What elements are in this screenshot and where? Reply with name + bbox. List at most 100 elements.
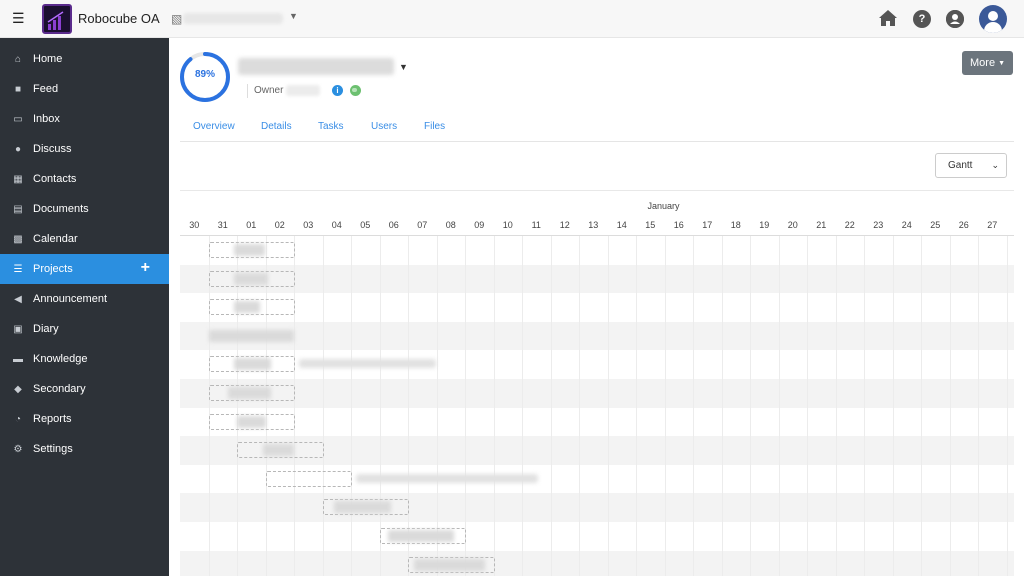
sidebar-item-reports[interactable]: ◔ Reports (0, 404, 169, 434)
globe-icon[interactable] (350, 85, 361, 96)
hamburger-icon[interactable]: ☰ (12, 11, 26, 25)
gantt-task-label (413, 558, 485, 571)
gantt-gridline (921, 236, 922, 576)
gantt-row (180, 550, 1014, 576)
gantt-day-label: 31 (217, 220, 228, 230)
gantt-gridline (379, 236, 381, 576)
gantt-day-label: 11 (531, 220, 541, 230)
sidebar-item-diary[interactable]: ▣ Diary (0, 314, 169, 344)
help-icon[interactable]: ? (913, 10, 931, 28)
sidebar: ⌂ Home ■ Feed ▭ Inbox ● Discuss ▦ Contacts ▤ D… (0, 38, 169, 576)
gantt-day-label: 19 (759, 220, 770, 230)
sidebar-item-label: Feed (33, 83, 59, 95)
gantt-gridline (750, 236, 751, 576)
gantt-gridline (493, 236, 495, 576)
sidebar-item-contacts[interactable]: ▦ Contacts (0, 164, 169, 194)
info-icon[interactable]: i (332, 85, 343, 96)
gantt-day-label: 06 (388, 220, 399, 230)
gantt-day-label: 02 (274, 220, 285, 230)
gantt-day-label: 07 (417, 220, 428, 230)
gantt-row (180, 522, 1014, 551)
gantt-day-label: 13 (588, 220, 599, 230)
sidebar-item-label: Calendar (33, 233, 78, 245)
sidebar-item-label: Discuss (33, 143, 72, 155)
gantt-row (180, 321, 1014, 351)
tags-icon: ◆ (14, 383, 22, 395)
sidebar-item-home[interactable]: ⌂ Home (0, 44, 169, 74)
gantt-task-label (237, 415, 266, 428)
gantt-gridline (351, 236, 352, 576)
gantt-gridline (294, 236, 295, 576)
gantt-day-label: 04 (331, 220, 342, 230)
sidebar-item-label: Documents (33, 203, 89, 215)
gantt-day-label: 14 (616, 220, 627, 230)
gantt-row (180, 293, 1014, 322)
view-select-value: Gantt (948, 160, 973, 171)
gantt-day-label: 23 (873, 220, 884, 230)
home-icon[interactable] (878, 9, 898, 27)
gantt-gridline (636, 236, 637, 576)
sidebar-item-knowledge[interactable]: ▬ Knowledge (0, 344, 169, 374)
gantt-day-label: 21 (816, 220, 827, 230)
tab-tasks[interactable]: Tasks (318, 121, 344, 132)
user-circle-icon[interactable] (946, 10, 964, 28)
gantt-task-label (388, 530, 454, 542)
gantt-gridline (579, 236, 580, 576)
gantt-gridline (550, 236, 552, 576)
gantt-day-label: 27 (987, 220, 998, 230)
gantt-row (180, 379, 1014, 408)
gantt-task-label (234, 272, 269, 285)
gantt-gridline (607, 236, 609, 576)
sidebar-item-label: Knowledge (33, 353, 88, 365)
chevron-down-icon: ⌄ (991, 160, 999, 170)
gantt-gridline (265, 236, 267, 576)
gantt-gridline (1006, 236, 1008, 576)
avatar[interactable] (979, 5, 1007, 33)
sidebar-item-announcement[interactable]: ◀ Announcement (0, 284, 169, 314)
add-project-button[interactable]: + (141, 260, 150, 276)
gantt-gridline (237, 236, 238, 576)
more-button[interactable]: More ▼ (962, 51, 1013, 75)
sidebar-item-feed[interactable]: ■ Feed (0, 74, 169, 104)
gantt-gridline (721, 236, 723, 576)
chevron-down-icon[interactable]: ▼ (399, 62, 408, 72)
sidebar-item-calendar[interactable]: ▩ Calendar (0, 224, 169, 254)
sidebar-item-label: Inbox (33, 113, 60, 125)
gantt-gridline (807, 236, 808, 576)
gantt-gridline (892, 236, 894, 576)
gantt-row (180, 493, 1014, 522)
owner-name[interactable] (286, 85, 320, 96)
home-icon: ⌂ (14, 53, 22, 65)
gantt-day-label: 30 (189, 220, 200, 230)
gantt-row (180, 236, 1014, 265)
calendar-icon: ▩ (13, 233, 23, 245)
gantt-task-bar[interactable] (265, 470, 352, 487)
chevron-down-icon[interactable]: ▼ (289, 11, 298, 21)
sidebar-item-inbox[interactable]: ▭ Inbox (0, 104, 169, 134)
sidebar-item-projects[interactable]: ☰ Projects + (0, 254, 169, 284)
gantt-day-label: 08 (445, 220, 456, 230)
sidebar-item-settings[interactable]: ⚙ Settings (0, 434, 169, 464)
gantt-gridline (522, 236, 523, 576)
tab-overview[interactable]: Overview (193, 121, 235, 132)
app-logo[interactable] (42, 4, 72, 34)
project-name[interactable] (238, 58, 394, 75)
gantt-day-label: 25 (930, 220, 941, 230)
view-select[interactable]: Gantt ⌄ (935, 153, 1007, 178)
gantt-day-label: 18 (730, 220, 741, 230)
gantt-task-name (356, 473, 539, 483)
sidebar-item-label: Diary (33, 323, 59, 335)
megaphone-icon: ◀ (14, 293, 22, 305)
tab-users[interactable]: Users (371, 121, 397, 132)
tab-files[interactable]: Files (424, 121, 445, 132)
divider (247, 84, 248, 98)
database-icon: ▬ (13, 353, 23, 365)
tab-details[interactable]: Details (261, 121, 292, 132)
list-icon: ☰ (13, 263, 23, 275)
organization-name[interactable] (183, 13, 283, 24)
sidebar-item-secondary[interactable]: ◆ Secondary (0, 374, 169, 404)
gantt-day-label: 05 (360, 220, 371, 230)
gantt-task-label (333, 501, 391, 514)
sidebar-item-documents[interactable]: ▤ Documents (0, 194, 169, 224)
sidebar-item-discuss[interactable]: ● Discuss (0, 134, 169, 164)
